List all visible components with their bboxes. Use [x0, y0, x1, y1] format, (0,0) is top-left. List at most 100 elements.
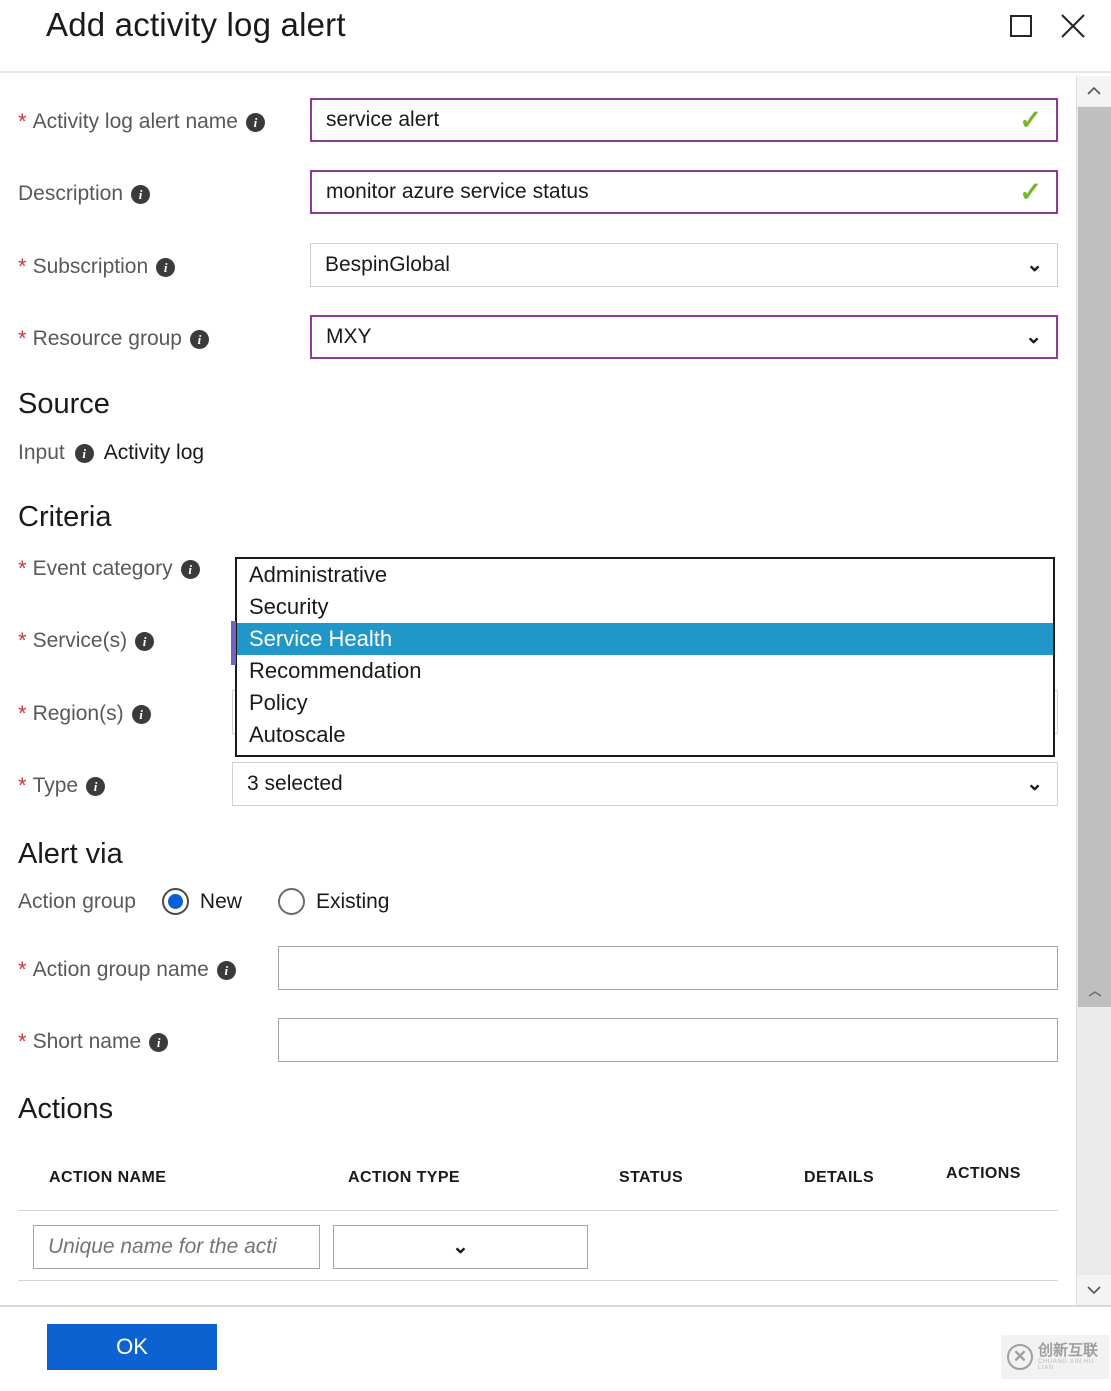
info-icon[interactable]: i — [135, 631, 155, 651]
resource-group-value: MXY — [326, 325, 372, 348]
description-value: monitor azure service status — [326, 180, 589, 203]
scroll-down-arrow-icon[interactable] — [1077, 1275, 1111, 1305]
info-icon[interactable]: i — [156, 257, 176, 277]
info-icon[interactable]: i — [189, 329, 209, 349]
field-row-alert-name: * Activity log alert name i service aler… — [0, 98, 1076, 148]
alert-name-input[interactable]: service alert ✓ — [310, 98, 1058, 142]
close-x-icon — [1061, 14, 1085, 38]
action-name-placeholder: Unique name for the acti — [48, 1235, 277, 1258]
required-asterisk: * — [18, 109, 27, 134]
radio-circle-icon — [277, 888, 305, 915]
section-heading-actions: Actions — [18, 1093, 114, 1125]
info-icon[interactable]: i — [131, 184, 151, 204]
action-group-name-input[interactable] — [278, 946, 1058, 990]
label-alert-name: * Activity log alert name i — [18, 110, 265, 134]
dropdown-option-autoscale[interactable]: Autoscale — [237, 719, 1053, 751]
alert-name-value: service alert — [326, 108, 440, 131]
label-event-category: * Event category i — [18, 557, 200, 581]
subscription-select[interactable]: BespinGlobal ⌄ — [310, 243, 1058, 287]
field-row-short-name: * Short name i — [0, 1018, 1076, 1068]
table-header-divider — [18, 1210, 1058, 1211]
radio-circle-icon — [161, 888, 189, 915]
source-input-label: Input — [18, 441, 65, 464]
label-type: * Type i — [18, 773, 106, 798]
col-header-action-type: ACTION TYPE — [348, 1169, 460, 1186]
dropdown-option-administrative[interactable]: Administrative — [237, 559, 1053, 591]
valid-check-icon: ✓ — [1019, 176, 1042, 207]
required-asterisk: * — [18, 1029, 27, 1054]
chevron-down-icon: ⌄ — [1026, 773, 1043, 795]
event-category-focus-edge — [231, 621, 236, 665]
chevron-down-icon: ⌄ — [452, 1236, 469, 1258]
label-services: * Service(s) i — [18, 628, 155, 653]
source-input-row: Input i Activity log — [18, 441, 204, 465]
action-type-select[interactable]: ⌄ — [333, 1225, 588, 1269]
info-icon[interactable]: i — [180, 559, 200, 579]
required-asterisk: * — [18, 957, 27, 982]
field-row-type: * Type i 3 selected ⌄ — [0, 762, 1076, 812]
col-header-actions: ACTIONS — [946, 1165, 1021, 1182]
col-header-details: DETAILS — [804, 1169, 875, 1186]
maximize-square-icon — [1010, 15, 1032, 37]
add-activity-log-alert-dialog: Add activity log alert * Activity log al… — [0, 0, 1111, 1391]
info-icon[interactable]: i — [216, 960, 236, 980]
info-icon[interactable]: i — [74, 443, 94, 463]
action-name-input[interactable]: Unique name for the acti — [33, 1225, 320, 1269]
radio-action-group-new[interactable]: New — [161, 888, 242, 915]
required-asterisk: * — [18, 556, 27, 581]
required-asterisk: * — [18, 326, 27, 351]
watermark-cn-text: 创新互联 — [1038, 1341, 1099, 1359]
short-name-input[interactable] — [278, 1018, 1058, 1062]
radio-label-existing: Existing — [315, 889, 390, 913]
col-header-status: STATUS — [619, 1169, 684, 1186]
scroll-up-arrow-icon[interactable] — [1077, 76, 1111, 106]
table-row-divider — [18, 1280, 1058, 1281]
label-short-name: * Short name i — [18, 1029, 169, 1054]
valid-check-icon: ✓ — [1019, 104, 1042, 135]
section-heading-source: Source — [18, 388, 110, 420]
type-value: 3 selected — [247, 772, 343, 795]
watermark: ✕ 创新互联 CHUANG XIN HU LIAN — [1001, 1335, 1109, 1379]
table-row: Unique name for the acti ⌄ — [0, 1225, 1076, 1275]
dialog-footer: OK — [0, 1305, 1111, 1391]
watermark-en-text: CHUANG XIN HU LIAN — [1038, 1358, 1094, 1371]
label-description: Description i — [18, 182, 151, 206]
scrollbar-thumb[interactable] — [1078, 107, 1111, 1007]
required-asterisk: * — [18, 628, 27, 653]
required-asterisk: * — [18, 254, 27, 279]
info-icon[interactable]: i — [245, 112, 265, 132]
subscription-value: BespinGlobal — [325, 253, 450, 276]
section-heading-alert-via: Alert via — [18, 838, 123, 870]
chevron-down-icon: ⌄ — [1025, 326, 1042, 348]
field-row-subscription: * Subscription i BespinGlobal ⌄ — [0, 243, 1076, 293]
info-icon[interactable]: i — [131, 704, 151, 724]
info-icon[interactable]: i — [86, 776, 106, 796]
label-regions: * Region(s) i — [18, 702, 151, 726]
ok-button[interactable]: OK — [47, 1324, 217, 1370]
dropdown-option-security[interactable]: Security — [237, 591, 1053, 623]
dropdown-option-service-health[interactable]: Service Health — [237, 623, 1053, 655]
source-input-value: Activity log — [103, 441, 205, 464]
label-action-group-name: * Action group name i — [18, 958, 236, 982]
label-subscription: * Subscription i — [18, 254, 176, 279]
radio-action-group-existing[interactable]: Existing — [277, 888, 390, 915]
type-select[interactable]: 3 selected ⌄ — [232, 762, 1058, 806]
field-row-action-group-name: * Action group name i — [0, 946, 1076, 996]
event-category-dropdown-list[interactable]: Administrative Security Service Health R… — [235, 557, 1055, 757]
description-input[interactable]: monitor azure service status ✓ — [310, 170, 1058, 214]
close-button[interactable] — [1051, 4, 1095, 48]
action-group-label: Action group — [18, 889, 136, 913]
title-bar: Add activity log alert — [0, 0, 1111, 73]
maximize-button[interactable] — [999, 4, 1043, 48]
resource-group-select[interactable]: MXY ⌄ — [310, 315, 1058, 359]
required-asterisk: * — [18, 701, 27, 726]
info-icon[interactable]: i — [149, 1032, 169, 1052]
scrollbar-grip-icon — [1087, 985, 1103, 1003]
col-header-action-name: ACTION NAME — [49, 1169, 167, 1186]
label-resource-group: * Resource group i — [18, 327, 209, 351]
dropdown-option-policy[interactable]: Policy — [237, 687, 1053, 719]
dropdown-option-recommendation[interactable]: Recommendation — [237, 655, 1053, 687]
vertical-scrollbar[interactable] — [1076, 76, 1111, 1305]
required-asterisk: * — [18, 773, 27, 798]
radio-dot — [167, 894, 183, 909]
